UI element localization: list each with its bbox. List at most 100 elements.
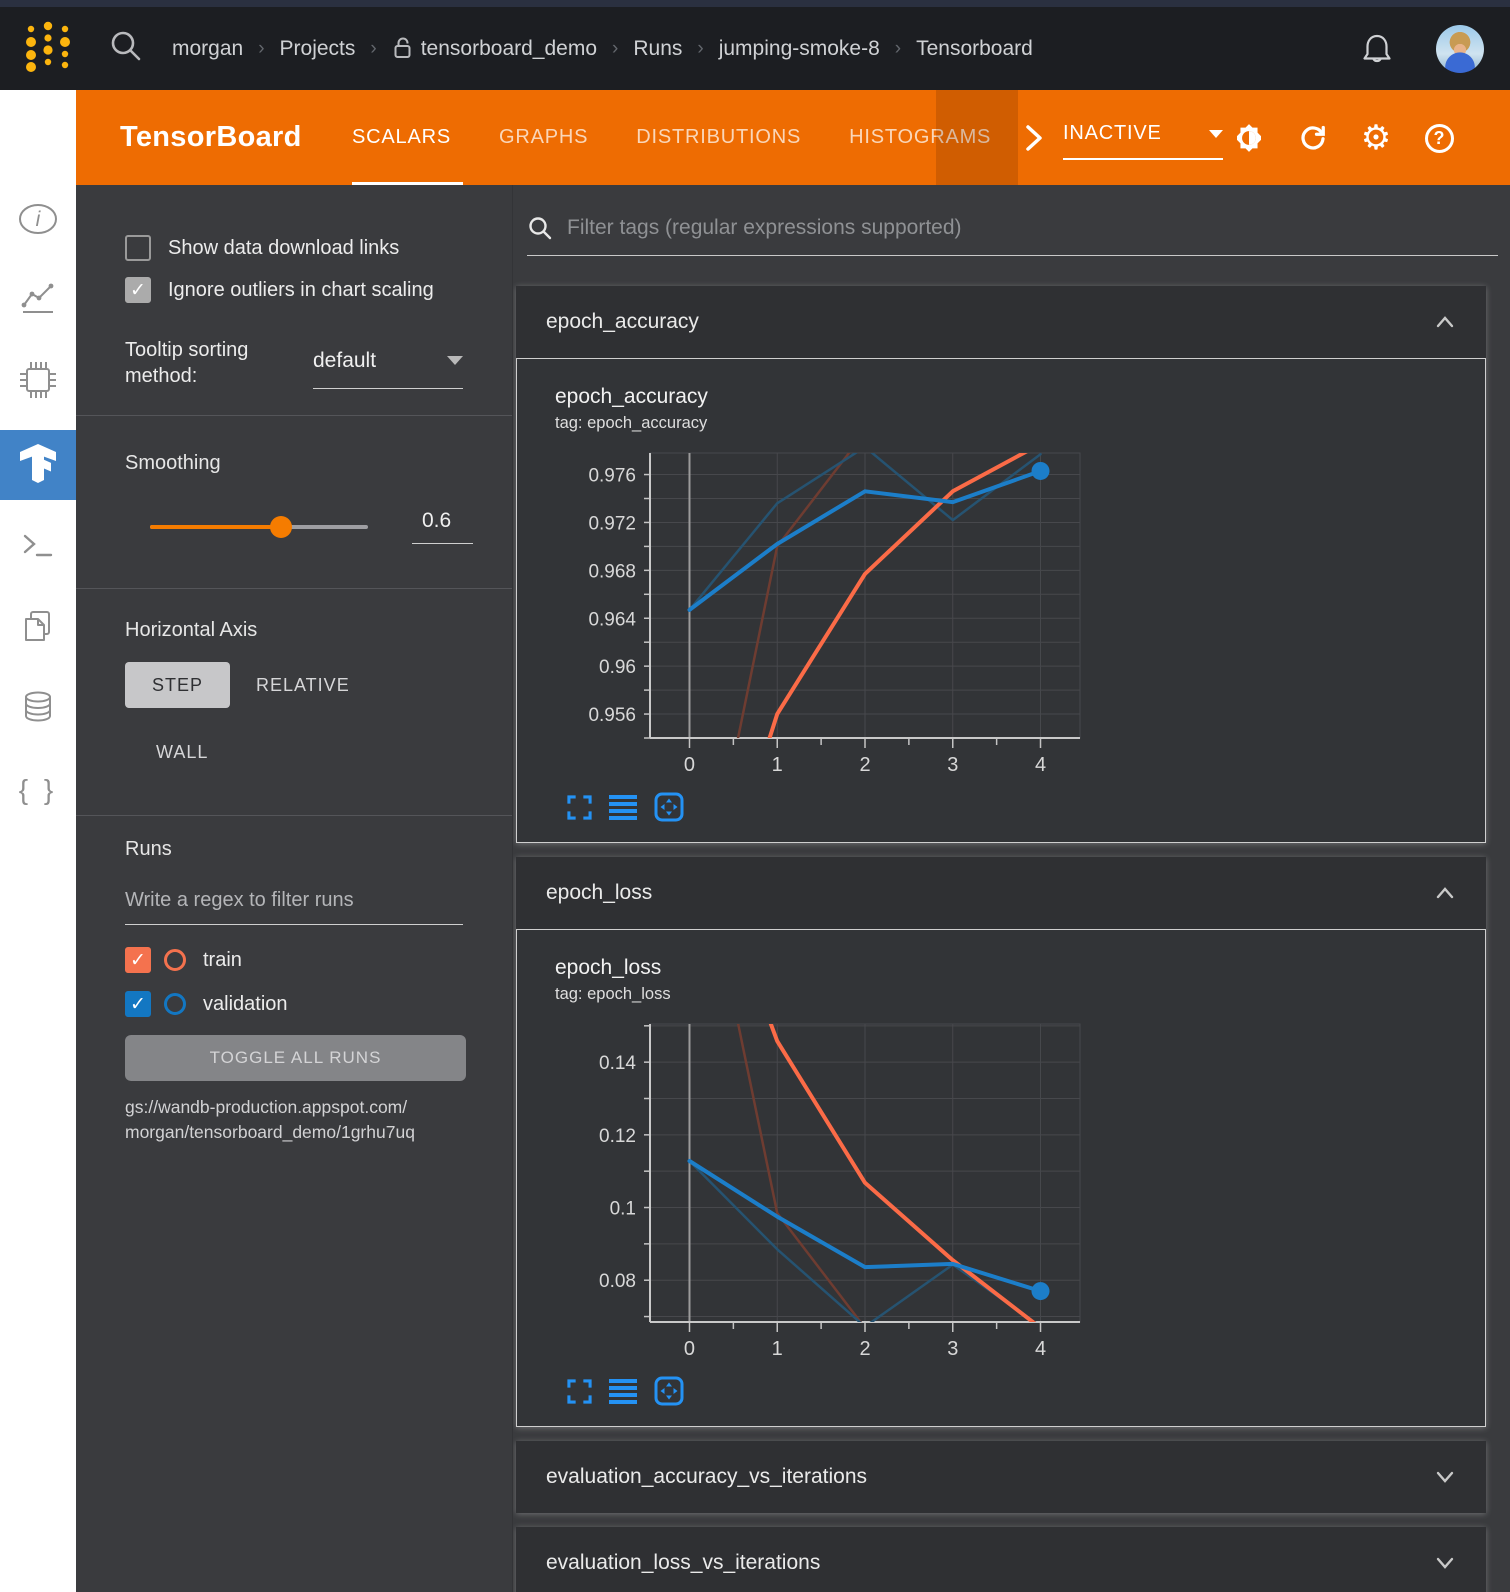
tab-graphs[interactable]: GRAPHS xyxy=(499,90,588,185)
pan-zoom-button[interactable] xyxy=(654,792,684,822)
tooltip-sorting-value: default xyxy=(313,349,376,373)
theme-brightness-button[interactable] xyxy=(1232,121,1266,155)
breadcrumb-tab[interactable]: Tensorboard xyxy=(916,37,1033,61)
log-axis-button[interactable] xyxy=(609,795,637,820)
toggle-all-runs-button[interactable]: TOGGLE ALL RUNS xyxy=(125,1035,466,1081)
svg-text:0.08: 0.08 xyxy=(599,1271,636,1292)
run-row-validation[interactable]: ✓ validation xyxy=(125,991,512,1017)
smoothing-slider-thumb[interactable] xyxy=(270,516,292,538)
divider xyxy=(76,588,512,589)
chart-toolbar xyxy=(567,1376,1485,1406)
section-header-epoch-loss[interactable]: epoch_loss xyxy=(516,857,1486,929)
avatar[interactable] xyxy=(1436,25,1484,73)
tensorboard-title: TensorBoard xyxy=(120,90,302,185)
search-icon[interactable] xyxy=(108,28,144,69)
breadcrumb-separator: › xyxy=(612,38,618,60)
smoothing-slider-row: 0.6 xyxy=(150,509,512,544)
run-row-train[interactable]: ✓ train xyxy=(125,947,512,973)
svg-text:1: 1 xyxy=(772,1338,783,1360)
rail-item-logs[interactable] xyxy=(0,518,76,574)
rail-item-files[interactable] xyxy=(0,599,76,655)
expand-chart-button[interactable] xyxy=(567,1379,592,1404)
tooltip-sorting-label: Tooltip sorting method: xyxy=(125,337,248,389)
pan-icon xyxy=(654,1376,684,1406)
chevron-down-icon xyxy=(1209,130,1223,138)
runs-regex-input[interactable] xyxy=(125,889,463,912)
section-header-epoch-accuracy[interactable]: epoch_accuracy xyxy=(516,286,1486,358)
chip-icon xyxy=(16,358,60,402)
ignore-outliers-label: Ignore outliers in chart scaling xyxy=(168,279,434,302)
terminal-icon xyxy=(18,526,58,566)
chart-card-epoch-accuracy: epoch_accuracy tag: epoch_accuracy 0.976… xyxy=(516,358,1486,843)
chevron-right-icon xyxy=(1023,123,1045,153)
smoothing-value[interactable]: 0.6 xyxy=(412,509,473,544)
breadcrumb-user[interactable]: morgan xyxy=(172,37,243,61)
copy-files-icon xyxy=(18,607,58,647)
svg-text:i: i xyxy=(36,208,42,231)
train-checkbox[interactable]: ✓ xyxy=(125,947,151,973)
svg-text:2: 2 xyxy=(859,1338,870,1360)
help-button[interactable]: ? xyxy=(1422,121,1456,155)
section-card-evaluation-accuracy: evaluation_accuracy_vs_iterations xyxy=(516,1441,1486,1513)
svg-text:0.968: 0.968 xyxy=(588,561,636,582)
log-axis-button[interactable] xyxy=(609,1379,637,1404)
breadcrumb-projects[interactable]: Projects xyxy=(280,37,356,61)
bars-icon xyxy=(609,1379,637,1404)
pan-zoom-button[interactable] xyxy=(654,1376,684,1406)
wandb-logo[interactable] xyxy=(20,15,76,82)
axis-relative-button[interactable]: RELATIVE xyxy=(256,675,350,696)
chevron-down-icon[interactable] xyxy=(1434,1554,1456,1572)
section-title: evaluation_accuracy_vs_iterations xyxy=(546,1465,867,1489)
svg-text:0.96: 0.96 xyxy=(599,657,636,678)
ignore-outliers-checkbox[interactable]: ✓ xyxy=(125,277,151,303)
wandb-left-rail: i xyxy=(0,90,76,1592)
section-title: epoch_loss xyxy=(546,881,652,905)
svg-text:4: 4 xyxy=(1035,754,1046,776)
svg-text:1: 1 xyxy=(772,754,783,776)
breadcrumb-runs[interactable]: Runs xyxy=(633,37,682,61)
rail-item-config[interactable]: { } xyxy=(0,762,76,818)
svg-text:0.964: 0.964 xyxy=(588,609,636,630)
svg-text:0.972: 0.972 xyxy=(588,513,636,534)
unlock-icon xyxy=(392,36,413,61)
section-header-evaluation-accuracy[interactable]: evaluation_accuracy_vs_iterations xyxy=(516,1441,1486,1513)
chevron-up-icon[interactable] xyxy=(1434,313,1456,331)
run-state-dropdown[interactable]: INACTIVE xyxy=(1063,122,1223,160)
breadcrumb-project[interactable]: tensorboard_demo xyxy=(392,36,597,61)
breadcrumb-run[interactable]: jumping-smoke-8 xyxy=(719,37,880,61)
rail-item-overview[interactable]: i xyxy=(0,191,76,247)
rail-item-tensorboard-active[interactable] xyxy=(0,430,76,500)
epoch-accuracy-chart[interactable]: 0.9760.9720.9680.9640.960.95601234 xyxy=(555,443,1096,782)
rail-item-artifacts[interactable] xyxy=(0,680,76,736)
validation-checkbox[interactable]: ✓ xyxy=(125,991,151,1017)
braces-icon: { } xyxy=(19,774,57,806)
smoothing-slider[interactable] xyxy=(150,525,368,529)
chevron-up-icon[interactable] xyxy=(1434,884,1456,902)
axis-step-button[interactable]: STEP xyxy=(125,662,230,708)
show-download-links-label: Show data download links xyxy=(168,237,399,260)
tensorboard-header: TensorBoard SCALARS GRAPHS DISTRIBUTIONS… xyxy=(76,90,1510,185)
section-header-evaluation-loss[interactable]: evaluation_loss_vs_iterations xyxy=(516,1527,1486,1592)
chevron-down-icon[interactable] xyxy=(1434,1468,1456,1486)
tabs-scroll-right-button[interactable] xyxy=(1023,123,1045,158)
validation-color-swatch xyxy=(164,993,186,1015)
rail-item-system[interactable] xyxy=(0,352,76,408)
epoch-loss-chart[interactable]: 0.140.120.10.0801234 xyxy=(555,1014,1096,1366)
show-download-links-checkbox[interactable] xyxy=(125,235,151,261)
axis-wall-button[interactable]: WALL xyxy=(156,742,208,763)
tab-scalars[interactable]: SCALARS xyxy=(352,90,451,185)
settings-button[interactable]: ⚙ xyxy=(1359,121,1393,155)
rail-item-charts[interactable] xyxy=(0,271,76,327)
filter-tags-input[interactable] xyxy=(567,216,1498,240)
section-card-epoch-loss: epoch_loss epoch_loss tag: epoch_loss 0.… xyxy=(516,857,1486,1427)
ignore-outliers-row[interactable]: ✓ Ignore outliers in chart scaling xyxy=(125,277,512,303)
bell-icon[interactable] xyxy=(1360,30,1394,68)
train-label: train xyxy=(203,949,242,972)
reload-data-button[interactable] xyxy=(1296,121,1330,155)
expand-chart-button[interactable] xyxy=(567,795,592,820)
run-state-value: INACTIVE xyxy=(1063,122,1162,145)
show-download-links-row[interactable]: Show data download links xyxy=(125,235,512,261)
tab-distributions[interactable]: DISTRIBUTIONS xyxy=(636,90,801,185)
tooltip-sorting-dropdown[interactable]: default xyxy=(313,343,463,389)
breadcrumb-separator: › xyxy=(895,38,901,60)
